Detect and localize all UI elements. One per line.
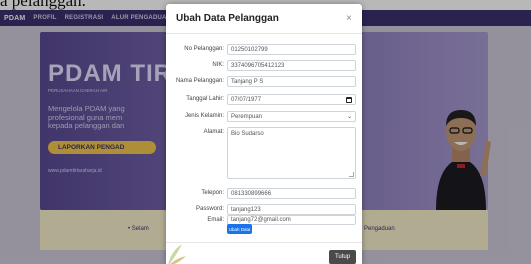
telepon-field[interactable]: 081330899666 bbox=[227, 188, 356, 199]
close-icon[interactable]: × bbox=[346, 13, 352, 24]
edit-customer-modal: Ubah Data Pelanggan × No Pelanggan: 0125… bbox=[166, 4, 362, 264]
nama-pelanggan-label: Nama Pelanggan: bbox=[175, 78, 224, 84]
alamat-label: Alamat: bbox=[203, 129, 224, 135]
nik-field[interactable]: 3374096705412123 bbox=[227, 60, 356, 71]
tanggal-lahir-label: Tanggal Lahir: bbox=[186, 96, 224, 102]
password-field[interactable]: tanjang123 bbox=[227, 204, 356, 215]
resize-handle-icon[interactable] bbox=[349, 172, 354, 177]
nama-pelanggan-field[interactable]: Tanjang P S bbox=[227, 76, 356, 87]
screenshot: a pelanggan. PDAM PROFIL REGISTRASI ALUR… bbox=[0, 0, 531, 264]
tanggal-lahir-field[interactable]: 07/07/1977 bbox=[227, 94, 356, 105]
telepon-label: Telepon: bbox=[201, 190, 224, 196]
save-button[interactable]: Ubah Data bbox=[227, 224, 252, 234]
jenis-kelamin-value: Perempuan bbox=[231, 113, 263, 120]
close-button[interactable]: Tutup bbox=[329, 250, 356, 264]
alamat-textarea[interactable]: Bio Sudarso bbox=[227, 127, 356, 179]
jenis-kelamin-select[interactable]: Perempuan ⌄ bbox=[227, 111, 356, 122]
alamat-value: Bio Sudarso bbox=[231, 131, 264, 137]
jenis-kelamin-label: Jenis Kelamin: bbox=[184, 113, 224, 119]
password-label: Password: bbox=[195, 206, 224, 212]
chevron-down-icon: ⌄ bbox=[346, 114, 352, 120]
modal-title: Ubah Data Pelanggan bbox=[176, 13, 279, 24]
modal-header-divider bbox=[166, 33, 362, 34]
tanggal-lahir-value: 07/07/1977 bbox=[231, 96, 262, 103]
modal-footer-divider bbox=[166, 242, 362, 243]
leaf-decoration bbox=[168, 244, 186, 264]
calendar-icon[interactable] bbox=[346, 97, 352, 103]
no-pelanggan-label: No Pelanggan: bbox=[184, 46, 224, 52]
no-pelanggan-field[interactable]: 01250102799 bbox=[227, 44, 356, 55]
nik-label: NIK: bbox=[212, 62, 224, 68]
email-label: Email: bbox=[207, 217, 224, 223]
